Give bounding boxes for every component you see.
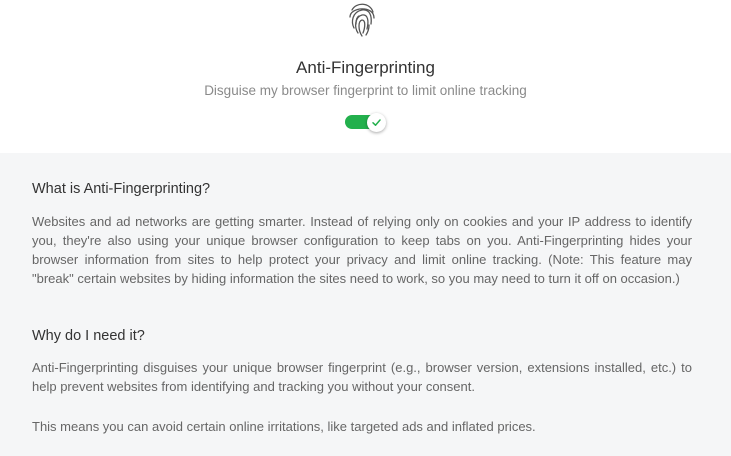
info-panel: What is Anti-Fingerprinting? Websites an… xyxy=(0,153,731,456)
fingerprint-icon xyxy=(344,0,380,38)
why-body: Anti-Fingerprinting disguises your uniqu… xyxy=(32,360,692,394)
what-heading: What is Anti-Fingerprinting? xyxy=(32,181,211,197)
why-body-2: This means you can avoid certain online … xyxy=(32,419,536,434)
toggle-knob xyxy=(367,113,386,132)
feature-title: Anti-Fingerprinting xyxy=(296,58,435,77)
check-icon xyxy=(372,119,381,126)
anti-fingerprinting-toggle[interactable] xyxy=(345,113,387,132)
why-heading: Why do I need it? xyxy=(32,328,145,344)
feature-subtitle: Disguise my browser fingerprint to limit… xyxy=(204,83,527,98)
what-body: Websites and ad networks are getting sma… xyxy=(32,214,692,286)
feature-header: Anti-Fingerprinting Disguise my browser … xyxy=(0,0,731,153)
